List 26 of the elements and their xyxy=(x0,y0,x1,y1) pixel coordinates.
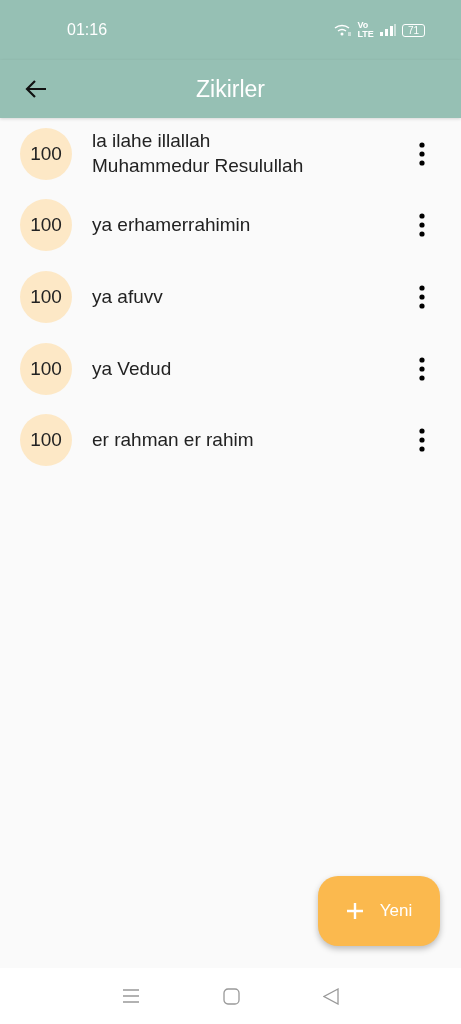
zikir-text: ya Vedud xyxy=(92,357,173,380)
clock-time: 01:16 xyxy=(67,21,109,39)
more-options-icon xyxy=(419,141,425,166)
count-badge: 100 xyxy=(20,199,72,252)
zikir-text: er rahman er rahim xyxy=(92,429,255,452)
more-options-icon xyxy=(419,213,425,238)
plus-icon xyxy=(345,902,364,920)
zikir-text: Muhammedur Resulullah xyxy=(92,155,305,178)
new-button[interactable]: Yeni xyxy=(318,876,440,946)
zikir-text: la ilahe illallah xyxy=(92,130,212,153)
more-options-icon xyxy=(419,356,425,381)
count-badge: 100 xyxy=(20,414,72,467)
count-badge: 100 xyxy=(20,127,72,180)
count-badge: 100 xyxy=(20,271,72,323)
more-options-icon xyxy=(419,285,425,309)
battery-indicator: 71 xyxy=(401,23,425,37)
wifi-icon xyxy=(333,24,352,36)
screen-title: Zikirler xyxy=(195,75,266,103)
back-arrow-icon xyxy=(24,79,48,99)
back-icon[interactable] xyxy=(323,987,340,1005)
zikir-text: ya afuvv xyxy=(92,286,164,308)
more-options-icon xyxy=(419,428,425,453)
signal-icon xyxy=(379,24,396,36)
zikir-text: ya erhamerrahimin xyxy=(92,214,252,237)
network-type-label: Vo LTE xyxy=(357,21,374,39)
count-badge: 100 xyxy=(20,342,72,395)
